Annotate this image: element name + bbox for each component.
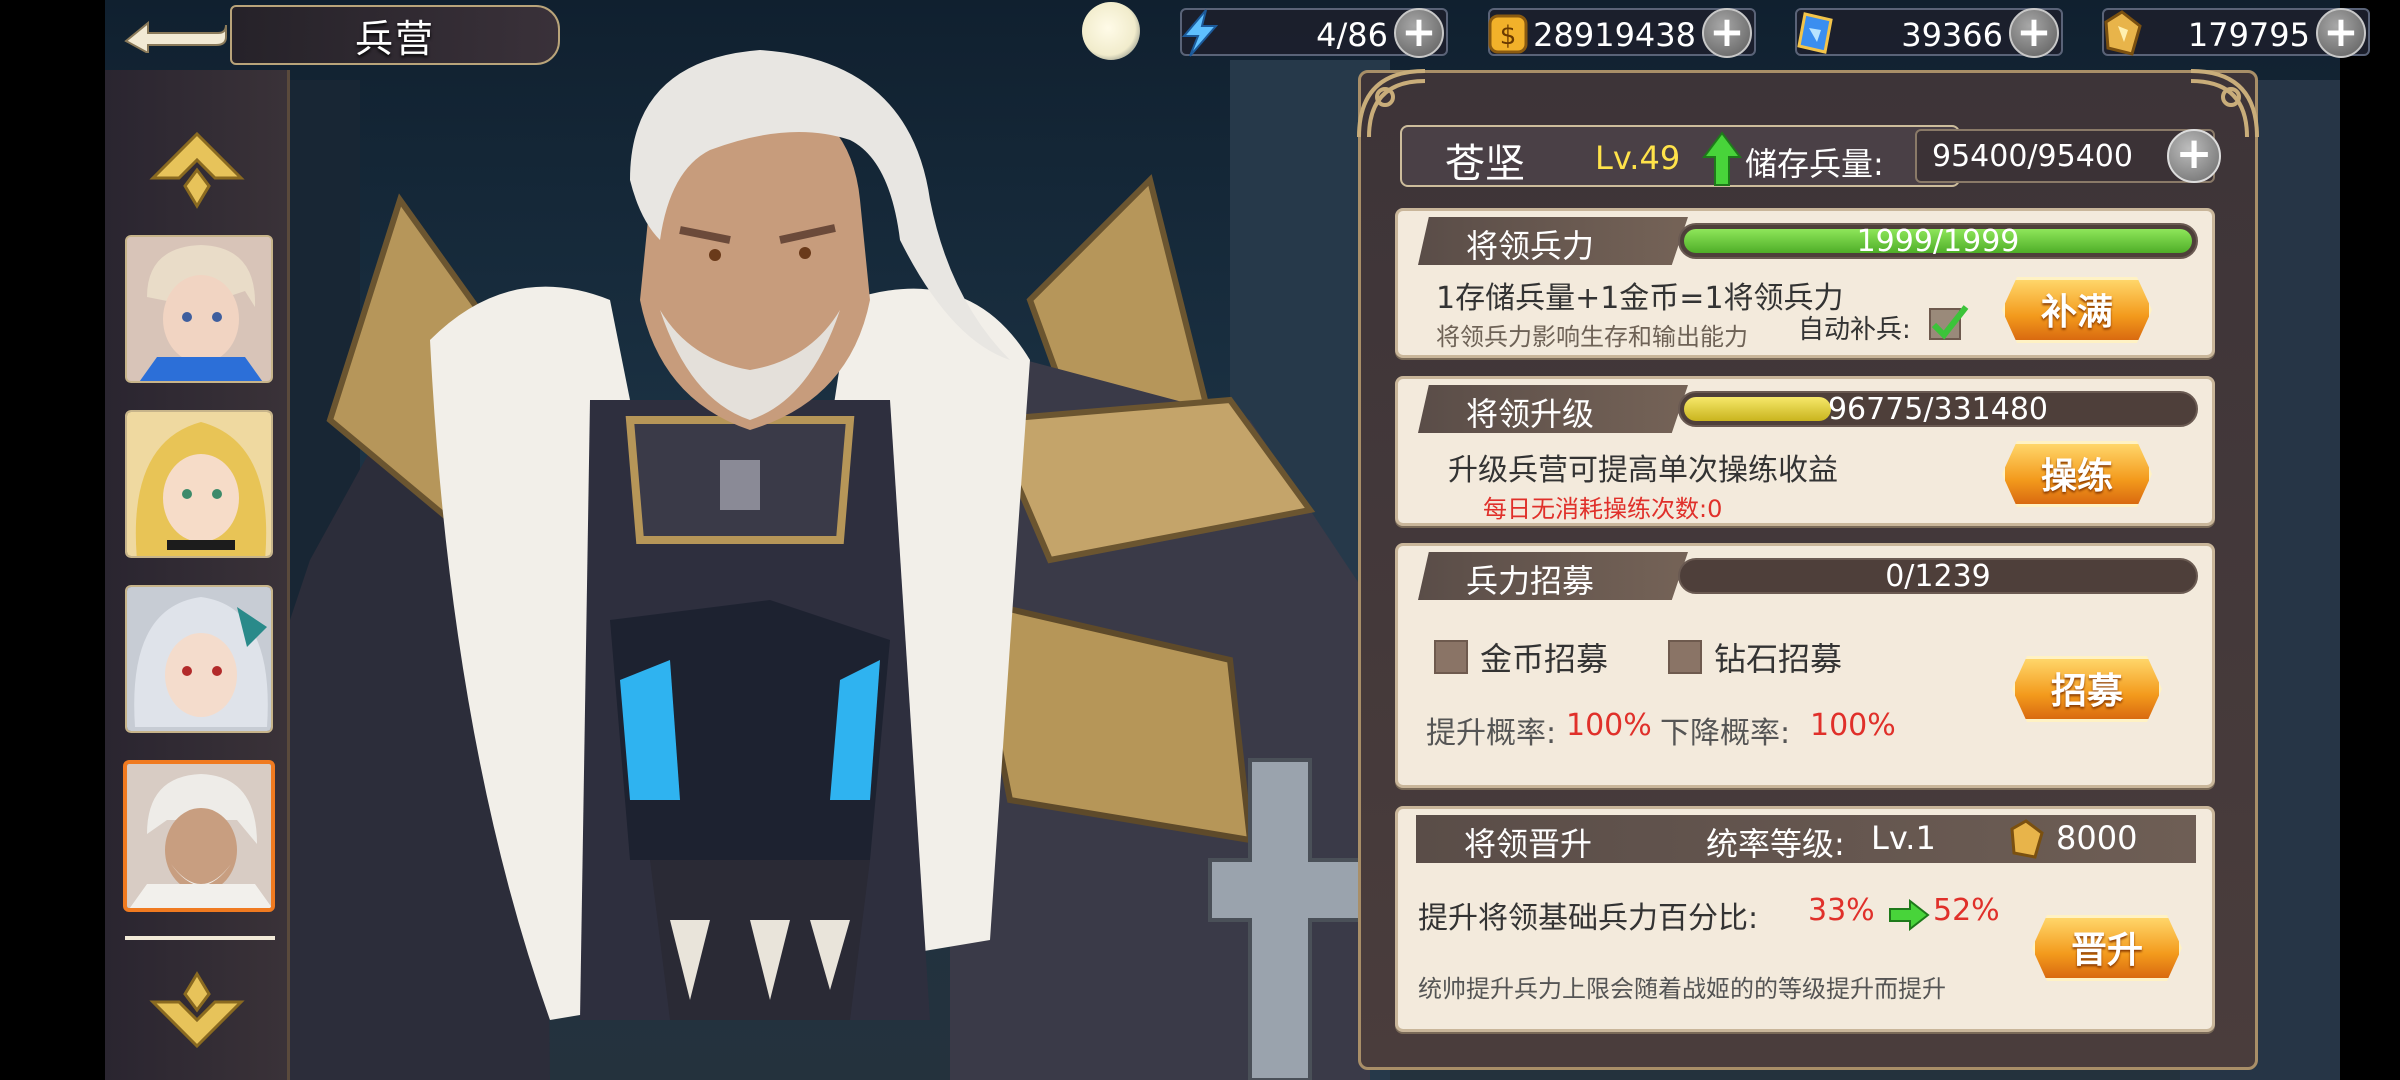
upgrade-progress-bar: 96775/331480 <box>1678 391 2198 427</box>
fall-rate-value: 100% <box>1810 708 1896 743</box>
refill-button[interactable]: 补满 <box>1988 271 2166 349</box>
gold-recruit-label: 金币招募 <box>1480 640 1609 678</box>
add-energy-button[interactable]: + <box>1394 8 1444 58</box>
gold-token-icon <box>2104 10 2142 56</box>
honor-counter: 179795 + <box>2102 8 2370 58</box>
recruit-button[interactable]: 招募 <box>1998 650 2176 728</box>
promote-to: 52% <box>1933 893 2000 928</box>
promote-sub: 统帅提升兵力上限会随着战姬的的等级提升而提升 <box>1418 975 1946 1003</box>
svg-text:$: $ <box>1500 21 1517 51</box>
diamond-recruit-label: 钻石招募 <box>1714 640 1843 678</box>
blonde-girl-avatar <box>127 412 271 556</box>
energy-value: 4/86 <box>1316 16 1388 54</box>
upgrade-card: 将领升级 96775/331480 升级兵营可提高单次操练收益 每日无消耗操练次… <box>1395 376 2215 526</box>
command-label: 统率等级: <box>1706 825 1845 863</box>
add-diamond-button[interactable]: + <box>2009 8 2059 58</box>
fall-rate-label: 下降概率: <box>1660 716 1791 751</box>
general-list-sidebar <box>105 70 290 1080</box>
page-title-plate: 兵营 <box>230 5 560 65</box>
gold-token-icon <box>2010 819 2044 859</box>
upgrade-progress-text: 96775/331480 <box>1827 392 2049 427</box>
general-level: Lv.49 <box>1595 139 1681 177</box>
promote-button-label: 晋升 <box>2070 930 2143 971</box>
general-portrait-3[interactable] <box>125 585 273 733</box>
lightning-icon <box>1181 9 1219 57</box>
silver-hair-girl-avatar <box>127 587 271 731</box>
command-value: Lv.1 <box>1871 819 1936 857</box>
recruit-card: 兵力招募 0/1239 金币招募 钻石招募 提升概率: 100% 下降概率: 1… <box>1395 543 2215 788</box>
add-honor-button[interactable]: + <box>2316 8 2366 58</box>
troops-progress-text: 1999/1999 <box>1856 224 2020 259</box>
refill-button-label: 补满 <box>2040 292 2113 333</box>
recruit-progress-bar: 0/1239 <box>1678 558 2198 594</box>
upgrade-tab: 将领升级 <box>1418 385 1688 433</box>
general-header: 苍坚 Lv.49 储存兵量: 95400/95400 + <box>1400 125 2255 187</box>
train-button-label: 操练 <box>2040 456 2113 497</box>
promote-button[interactable]: 晋升 <box>2018 909 2196 987</box>
store-label: 储存兵量: <box>1745 145 1884 183</box>
scroll-up-arrow-icon[interactable] <box>145 130 250 210</box>
troops-tab: 将领兵力 <box>1418 217 1688 265</box>
promote-card: 将领晋升 统率等级: Lv.1 8000 提升将领基础兵力百分比: 33% 52… <box>1395 806 2215 1032</box>
level-up-arrow-icon <box>1702 131 1742 186</box>
energy-counter: 4/86 + <box>1180 8 1448 58</box>
left-letterbox <box>0 0 105 1080</box>
general-portrait-4-selected[interactable] <box>123 760 275 912</box>
promote-tab: 将领晋升 统率等级: Lv.1 8000 <box>1416 815 2196 863</box>
upgrade-tab-label: 将领升级 <box>1466 395 1595 433</box>
back-arrow-icon <box>123 20 227 53</box>
right-letterbox <box>2340 0 2400 1080</box>
troops-sub: 将领兵力影响生存和输出能力 <box>1436 323 1748 351</box>
rise-rate-label: 提升概率: <box>1426 716 1557 751</box>
gold-value: 28919438 <box>1533 16 1696 54</box>
gold-coin-icon: $ <box>1488 14 1528 54</box>
recruit-tab-label: 兵力招募 <box>1466 562 1595 600</box>
white-hair-general-avatar <box>127 764 271 908</box>
general-name: 苍坚 <box>1445 141 1525 187</box>
back-button[interactable] <box>115 8 230 58</box>
increase-arrow-icon <box>1889 899 1930 931</box>
troops-card: 将领兵力 1999/1999 1存储兵量+1金币=1将领兵力 将领兵力影响生存和… <box>1395 208 2215 358</box>
recruit-button-label: 招募 <box>2050 671 2123 712</box>
upgrade-sub: 每日无消耗操练次数:0 <box>1483 495 1723 523</box>
general-portrait-2[interactable] <box>125 410 273 558</box>
promote-tab-label: 将领晋升 <box>1464 825 1593 863</box>
add-gold-button[interactable]: + <box>1702 8 1752 58</box>
page-title: 兵营 <box>354 16 435 61</box>
gold-recruit-checkbox[interactable] <box>1434 640 1468 674</box>
diamond-value: 39366 <box>1901 16 2003 54</box>
blonde-boy-avatar <box>127 237 271 381</box>
troops-tab-label: 将领兵力 <box>1466 227 1595 265</box>
card-gem-icon <box>1797 12 1833 54</box>
diamond-recruit-checkbox[interactable] <box>1668 640 1702 674</box>
troops-progress-bar: 1999/1999 <box>1678 223 2198 259</box>
store-value-box: 95400/95400 + <box>1915 129 2221 183</box>
troops-desc: 1存储兵量+1金币=1将领兵力 <box>1436 281 1844 316</box>
recruit-tab: 兵力招募 <box>1418 552 1688 600</box>
auto-refill-label: 自动补兵: <box>1798 315 1911 345</box>
rise-rate-value: 100% <box>1566 708 1652 743</box>
promote-from: 33% <box>1808 893 1875 928</box>
scroll-down-arrow-icon[interactable] <box>145 970 250 1050</box>
promote-cost: 8000 <box>2056 819 2138 857</box>
honor-value: 179795 <box>2187 16 2310 54</box>
store-value: 95400/95400 <box>1932 139 2133 174</box>
general-portrait-1[interactable] <box>125 235 273 383</box>
promote-desc: 提升将领基础兵力百分比: <box>1418 901 1759 936</box>
recruit-progress-text: 0/1239 <box>1885 559 1991 594</box>
gold-counter: $ 28919438 + <box>1488 8 1756 58</box>
diamond-counter: 39366 + <box>1795 8 2063 58</box>
game-screen: 兵营 4/86 + $ 28919438 + 39366 + 179795 + … <box>0 0 2400 1080</box>
add-store-button[interactable]: + <box>2167 129 2221 183</box>
general-portrait-art <box>250 50 1370 1080</box>
list-divider <box>125 936 275 940</box>
upgrade-desc: 升级兵营可提高单次操练收益 <box>1448 453 1838 488</box>
auto-refill-checkbox[interactable] <box>1926 301 1970 345</box>
train-button[interactable]: 操练 <box>1988 435 2166 513</box>
